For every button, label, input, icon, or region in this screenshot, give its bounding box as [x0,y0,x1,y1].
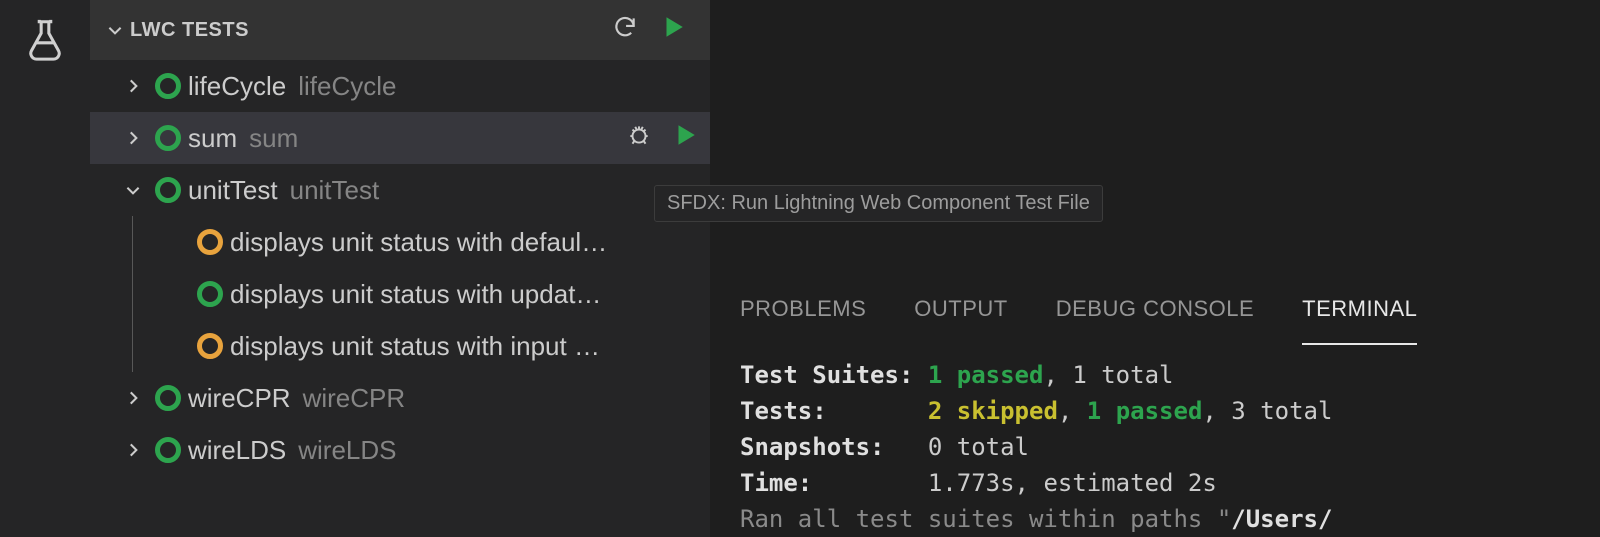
tab-problems[interactable]: PROBLEMS [740,275,866,345]
test-explorer: LWC TESTS lifeCycle lifeCycle [90,0,710,537]
status-skip-icon [197,229,223,255]
tree-label: wireCPR [188,383,291,414]
chevron-right-icon[interactable] [118,77,148,95]
tree-sublabel: wireCPR [303,383,406,414]
tree-item-test[interactable]: displays unit status with updat… [90,268,710,320]
activity-bar [0,0,90,537]
tab-terminal[interactable]: TERMINAL [1302,275,1417,345]
chevron-right-icon[interactable] [118,389,148,407]
bottom-panel: PROBLEMS OUTPUT DEBUG CONSOLE TERMINAL T… [710,274,1600,537]
tree-sublabel: wireLDS [298,435,396,466]
tree-item-lifeCycle[interactable]: lifeCycle lifeCycle [90,60,710,112]
terminal-output[interactable]: Test Suites: 1 passed, 1 total Tests: 2 … [740,345,1570,537]
status-pass-icon [155,177,181,203]
panel-header[interactable]: LWC TESTS [90,0,710,60]
chevron-down-icon[interactable] [100,21,130,39]
tree-sublabel: sum [249,123,298,154]
tree-item-test[interactable]: displays unit status with defaul… [90,216,710,268]
bug-icon[interactable] [626,122,652,155]
tree-item-sum[interactable]: sum sum [90,112,710,164]
status-pass-icon [155,125,181,151]
tree-label: lifeCycle [188,71,286,102]
editor-area: SFDX: Run Lightning Web Component Test F… [710,0,1600,537]
tree-label: displays unit status with input … [230,331,600,362]
tab-output[interactable]: OUTPUT [914,275,1007,345]
tree-sublabel: unitTest [290,175,380,206]
chevron-right-icon[interactable] [118,129,148,147]
chevron-right-icon[interactable] [118,441,148,459]
tree-label: sum [188,123,237,154]
tree-label: wireLDS [188,435,286,466]
panel-title: LWC TESTS [130,19,612,42]
refresh-icon[interactable] [612,14,638,47]
play-icon[interactable] [660,14,686,47]
tree-item-wireCPR[interactable]: wireCPR wireCPR [90,372,710,424]
status-skip-icon [197,333,223,359]
status-pass-icon [197,281,223,307]
tree-item-wireLDS[interactable]: wireLDS wireLDS [90,424,710,476]
chevron-down-icon[interactable] [118,181,148,199]
status-pass-icon [155,73,181,99]
beaker-icon[interactable] [22,16,68,69]
status-pass-icon [155,385,181,411]
tree-sublabel: lifeCycle [298,71,396,102]
test-tree: lifeCycle lifeCycle sum sum [90,60,710,537]
tree-label: displays unit status with updat… [230,279,601,310]
tooltip: SFDX: Run Lightning Web Component Test F… [654,185,1103,222]
status-pass-icon [155,437,181,463]
tab-debug-console[interactable]: DEBUG CONSOLE [1056,275,1254,345]
tree-item-unitTest[interactable]: unitTest unitTest [90,164,710,216]
tree-label: unitTest [188,175,278,206]
tree-label: displays unit status with defaul… [230,227,607,258]
tree-item-test[interactable]: displays unit status with input … [90,320,710,372]
play-icon[interactable] [672,122,698,155]
